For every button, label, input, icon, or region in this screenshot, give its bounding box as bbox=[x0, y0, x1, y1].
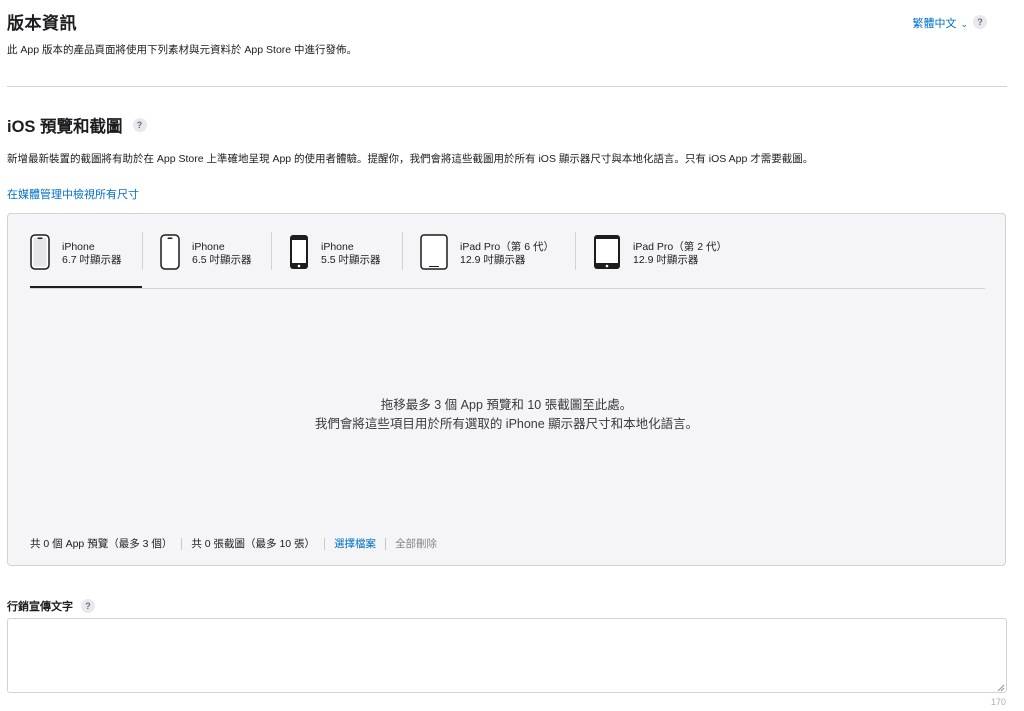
tab-device-name: iPad Pro（第 6 代） bbox=[460, 241, 554, 253]
tab-device-name: iPhone bbox=[192, 241, 225, 253]
resize-handle-icon[interactable] bbox=[997, 684, 1005, 692]
dropzone-line-2: 我們會將這些項目用於所有選取的 iPhone 顯示器尺寸和本地化語言。 bbox=[314, 417, 699, 431]
tab-separator bbox=[271, 232, 272, 270]
help-icon[interactable]: ? bbox=[973, 15, 987, 29]
tab-separator bbox=[575, 232, 576, 270]
ios-section-heading: iOS 預覽和截圖 ? bbox=[7, 113, 147, 137]
tab-device-size: 6.5 吋顯示器 bbox=[192, 254, 252, 266]
screenshot-dropzone[interactable]: 拖移最多 3 個 App 預覽和 10 張截圖至此處。 我們會將這些項目用於所有… bbox=[8, 396, 1005, 434]
preview-count: 共 0 個 App 預覽（最多 3 個） bbox=[30, 538, 173, 550]
tab-iphone-6-5[interactable]: iPhone 6.5 吋顯示器 bbox=[160, 232, 270, 288]
tab-device-name: iPad Pro（第 2 代） bbox=[633, 241, 727, 253]
tab-device-size: 6.7 吋顯示器 bbox=[62, 254, 122, 266]
footer-separator bbox=[181, 537, 183, 550]
iphone-notch-icon bbox=[30, 234, 50, 270]
chevron-down-icon: ⌄ bbox=[960, 19, 968, 29]
tab-iphone-6-7[interactable]: iPhone 6.7 吋顯示器 bbox=[30, 232, 142, 288]
iphone-notch-icon bbox=[160, 234, 180, 270]
tab-device-name: iPhone bbox=[62, 241, 95, 253]
tab-separator bbox=[142, 232, 143, 270]
ipad-pro-icon bbox=[420, 234, 448, 270]
iphone-home-button-icon bbox=[290, 235, 308, 269]
help-icon[interactable]: ? bbox=[81, 599, 95, 613]
language-selector[interactable]: 繁體中文 ⌄ bbox=[912, 15, 968, 31]
device-tabs: iPhone 6.7 吋顯示器 iPhone 6.5 吋顯示器 iPhone 5.5 … bbox=[30, 232, 985, 289]
tab-device-size: 12.9 吋顯示器 bbox=[633, 254, 699, 266]
promo-char-count: 170 bbox=[990, 697, 1006, 707]
screenshot-count: 共 0 張截圖（最多 10 張） bbox=[191, 538, 316, 550]
tab-device-size: 12.9 吋顯示器 bbox=[460, 254, 526, 266]
choose-file-button[interactable]: 選擇檔案 bbox=[334, 536, 376, 551]
promo-text-field[interactable] bbox=[7, 618, 1007, 693]
section-divider bbox=[7, 86, 1007, 87]
promo-text-label: 行銷宣傳文字 bbox=[7, 601, 73, 613]
promo-text-heading: 行銷宣傳文字 ? bbox=[7, 598, 95, 614]
tab-ipad-pro-2[interactable]: iPad Pro（第 2 代） 12.9 吋顯示器 bbox=[593, 232, 743, 288]
footer-separator bbox=[324, 537, 326, 550]
language-label: 繁體中文 bbox=[912, 18, 957, 30]
tab-separator bbox=[402, 232, 403, 270]
delete-all-button[interactable]: 全部刪除 bbox=[395, 536, 437, 551]
tab-device-name: iPhone bbox=[321, 241, 354, 253]
help-icon[interactable]: ? bbox=[132, 118, 147, 132]
footer-separator bbox=[385, 537, 387, 550]
ios-section-description: 新增最新裝置的截圖將有助於在 App Store 上準確地呈現 App 的使用者… bbox=[7, 153, 814, 165]
screenshot-panel: iPhone 6.7 吋顯示器 iPhone 6.5 吋顯示器 iPhone 5.5 … bbox=[7, 213, 1006, 566]
tab-device-size: 5.5 吋顯示器 bbox=[321, 254, 381, 266]
ios-section-title: iOS 預覽和截圖 bbox=[7, 118, 123, 136]
panel-footer: 共 0 個 App 預覽（最多 3 個） 共 0 張截圖（最多 10 張） 選擇… bbox=[30, 536, 437, 551]
tab-iphone-5-5[interactable]: iPhone 5.5 吋顯示器 bbox=[289, 232, 399, 288]
media-manager-link[interactable]: 在媒體管理中檢視所有尺寸 bbox=[7, 186, 139, 202]
ipad-home-button-icon bbox=[594, 235, 620, 269]
page-subtitle: 此 App 版本的產品頁面將使用下列素材與元資料於 App Store 中進行發… bbox=[7, 44, 358, 56]
dropzone-line-1: 拖移最多 3 個 App 預覽和 10 張截圖至此處。 bbox=[380, 398, 633, 412]
page-title: 版本資訊 bbox=[7, 14, 77, 33]
tab-ipad-pro-6[interactable]: iPad Pro（第 6 代） 12.9 吋顯示器 bbox=[420, 232, 570, 288]
